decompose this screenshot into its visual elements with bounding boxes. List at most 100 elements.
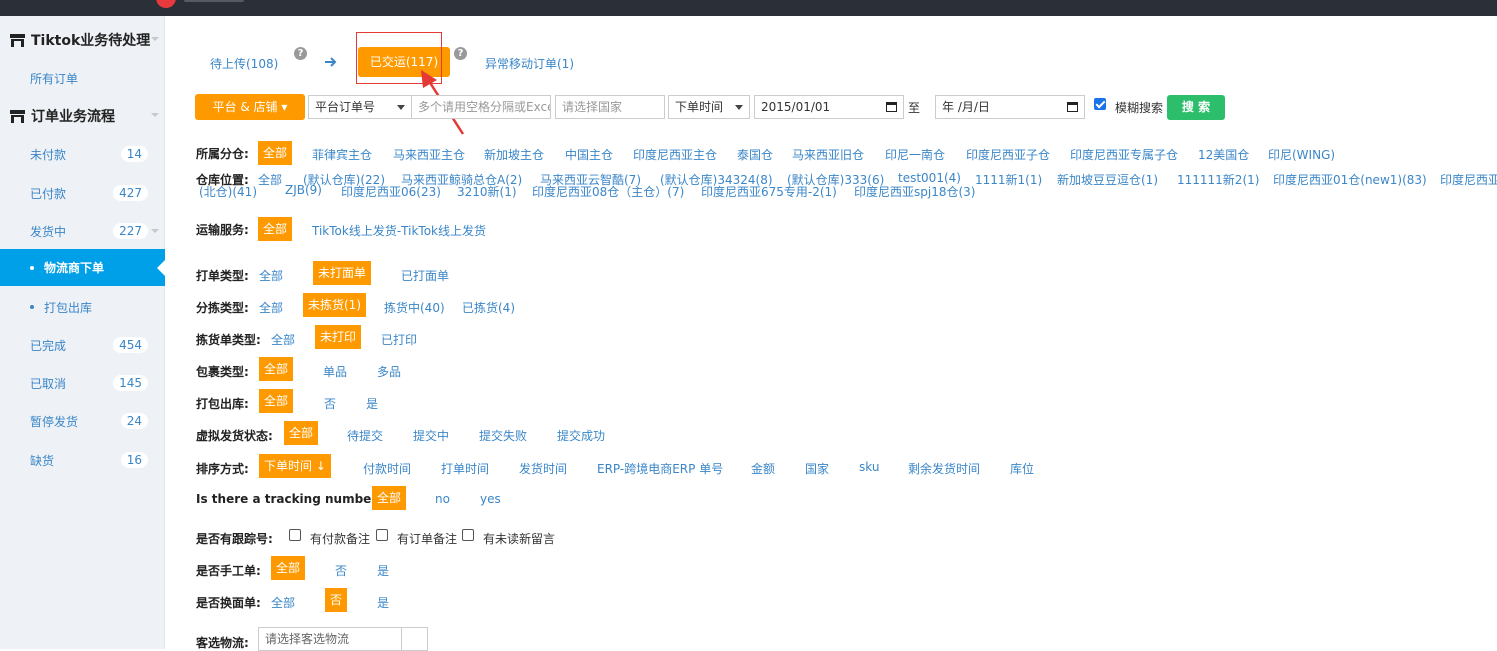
warehouse-option[interactable]: 印度尼西亚06(23) (341, 183, 441, 200)
sort-option[interactable]: 付款时间 (363, 460, 411, 477)
pick-type-option[interactable]: 已拣货(4) (462, 299, 515, 316)
label-changed-option[interactable]: 全部 (271, 594, 295, 611)
label-changed-option[interactable]: 否 (325, 588, 348, 612)
sidebar-item-out-of-stock[interactable]: 缺货 16 (0, 441, 165, 479)
virtual-ship-option[interactable]: 全部 (284, 421, 319, 445)
manual-option[interactable]: 否 (335, 562, 347, 579)
calendar-icon[interactable] (886, 102, 897, 112)
branch-option[interactable]: 12美国仓 (1198, 146, 1249, 163)
warehouse-option[interactable]: 新加坡豆豆逗仓(1) (1057, 171, 1158, 188)
branch-option[interactable]: 新加坡主仓 (484, 146, 544, 163)
time-type-select[interactable]: 下单时间 (668, 95, 750, 119)
pack-out-option[interactable]: 全部 (259, 389, 294, 413)
tracking-option[interactable]: yes (480, 492, 501, 506)
label-changed-option[interactable]: 是 (377, 594, 389, 611)
manual-option[interactable]: 全部 (271, 556, 306, 580)
virtual-ship-option[interactable]: 待提交 (347, 427, 383, 444)
sort-option[interactable]: 剩余发货时间 (908, 460, 980, 477)
tab-pending-upload[interactable]: 待上传(108) (210, 55, 278, 72)
warehouse-option[interactable]: 印度尼西亚 (1440, 171, 1497, 188)
sidebar-item-completed[interactable]: 已完成 454 (0, 326, 165, 364)
branch-option[interactable]: 泰国仓 (737, 146, 773, 163)
shipping-option[interactable]: 全部 (258, 217, 293, 241)
sidebar-item-carrier-order[interactable]: 物流商下单 (0, 249, 166, 286)
warehouse-option[interactable]: 印度尼西亚675专用-2(1) (701, 183, 837, 200)
pick-list-option[interactable]: 未打印 (315, 325, 362, 349)
platform-store-button[interactable]: 平台 & 店铺 ▾ (195, 94, 305, 120)
sort-option-order-time[interactable]: 下单时间 ↓ (259, 454, 331, 478)
tracking-option[interactable]: 全部 (372, 486, 407, 510)
sidebar-group-order-flow[interactable]: 订单业务流程 (0, 97, 165, 135)
branch-option[interactable]: 印度尼西亚主仓 (633, 146, 717, 163)
package-type-option[interactable]: 多品 (377, 363, 401, 380)
virtual-ship-option[interactable]: 提交成功 (557, 427, 605, 444)
unread-message-checkbox[interactable] (462, 529, 474, 541)
sort-option[interactable]: 金额 (751, 460, 775, 477)
pick-type-option[interactable]: 未拣货(1) (303, 293, 366, 317)
sidebar-item-paused[interactable]: 暂停发货 24 (0, 402, 165, 440)
sort-option[interactable]: 发货时间 (519, 460, 567, 477)
date-to-input[interactable]: 年 /月/日 (935, 95, 1085, 119)
branch-option[interactable]: 印度尼西亚专属子仓 (1070, 146, 1178, 163)
tracking-option[interactable]: no (435, 492, 450, 506)
shipping-option[interactable]: TikTok线上发货-TikTok线上发货 (312, 222, 486, 239)
order-note-checkbox[interactable] (376, 529, 388, 541)
warehouse-option[interactable]: 全部 (258, 171, 282, 188)
warehouse-option[interactable]: 印度尼西亚01仓(new1)(83) (1273, 171, 1427, 188)
branch-option[interactable]: 马来西亚主仓 (393, 146, 465, 163)
pick-list-option[interactable]: 已打印 (381, 331, 417, 348)
pick-type-option[interactable]: 全部 (259, 299, 283, 316)
order-no-input[interactable]: 多个请用空格分隔或Excel (411, 95, 551, 119)
warehouse-option[interactable]: 3210新(1) (457, 183, 517, 200)
sidebar-item-unpaid[interactable]: 未付款 14 (0, 135, 165, 173)
package-type-option[interactable]: 单品 (323, 363, 347, 380)
sidebar-group-tiktok[interactable]: Tiktok业务待处理 (0, 21, 165, 59)
branch-option[interactable]: 全部 (258, 141, 293, 165)
sidebar-item-paid[interactable]: 已付款 427 (0, 174, 165, 212)
help-icon[interactable]: ? (454, 47, 467, 60)
print-type-option[interactable]: 已打面单 (401, 267, 449, 284)
pack-out-option[interactable]: 是 (366, 395, 378, 412)
warehouse-option[interactable]: (北仓)(41) (199, 183, 257, 200)
manual-option[interactable]: 是 (377, 562, 389, 579)
sort-option[interactable]: 打单时间 (441, 460, 489, 477)
virtual-ship-option[interactable]: 提交失败 (479, 427, 527, 444)
logistics-select[interactable]: 请选择客选物流 (258, 627, 428, 651)
print-type-option[interactable]: 未打面单 (313, 261, 372, 285)
branch-option[interactable]: 印尼(WING) (1268, 146, 1335, 163)
warehouse-option[interactable]: 印度尼西亚08仓（主仓）(7) (532, 183, 684, 200)
country-input[interactable]: 请选择国家 (555, 95, 665, 119)
sort-option[interactable]: 国家 (805, 460, 829, 477)
search-button[interactable]: 搜 索 (1167, 95, 1225, 120)
branch-option[interactable]: 菲律宾主仓 (312, 146, 372, 163)
sidebar-item-shipping[interactable]: 发货中 227 (0, 212, 165, 250)
virtual-ship-option[interactable]: 提交中 (413, 427, 449, 444)
warehouse-option[interactable]: 111111新2(1) (1177, 171, 1259, 188)
print-type-option[interactable]: 全部 (259, 267, 283, 284)
pick-list-option[interactable]: 全部 (271, 331, 295, 348)
fuzzy-search-checkbox[interactable] (1094, 98, 1106, 110)
warehouse-option[interactable]: 印度尼西亚spj18仓(3) (854, 183, 975, 200)
calendar-icon[interactable] (1067, 102, 1078, 112)
branch-option[interactable]: 中国主仓 (565, 146, 613, 163)
date-from-input[interactable]: 2015/01/01 (754, 95, 904, 119)
help-icon[interactable]: ? (294, 47, 307, 60)
sidebar-item-cancelled[interactable]: 已取消 145 (0, 364, 165, 402)
sort-option[interactable]: 库位 (1010, 460, 1034, 477)
order-no-type-select[interactable]: 平台订单号 (308, 95, 412, 119)
warehouse-option[interactable]: 1111新1(1) (975, 171, 1042, 188)
sidebar-item-all-orders[interactable]: 所有订单 (0, 59, 165, 97)
tab-abnormal-moved[interactable]: 异常移动订单(1) (485, 55, 574, 72)
branch-option[interactable]: 印度尼西亚子仓 (966, 146, 1050, 163)
sort-option[interactable]: sku (859, 460, 879, 474)
branch-option[interactable]: 马来西亚旧仓 (792, 146, 864, 163)
logistics-dropdown-toggle[interactable] (401, 628, 427, 650)
sidebar-item-pack-out[interactable]: 打包出库 (0, 288, 165, 326)
warehouse-option[interactable]: ZJB(9) (285, 183, 322, 197)
branch-option[interactable]: 印尼一南仓 (885, 146, 945, 163)
sort-option[interactable]: ERP-跨境电商ERP 单号 (597, 460, 723, 477)
pack-out-option[interactable]: 否 (324, 395, 336, 412)
package-type-option[interactable]: 全部 (259, 357, 294, 381)
pick-type-option[interactable]: 拣货中(40) (384, 299, 445, 316)
payment-note-checkbox[interactable] (289, 529, 301, 541)
